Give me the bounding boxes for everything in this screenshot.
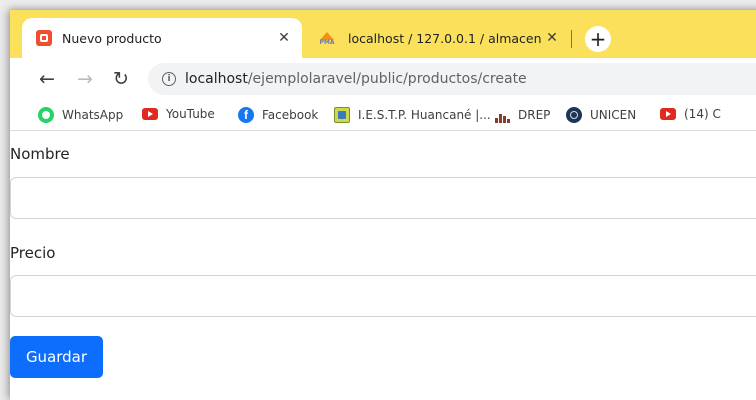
new-tab-button[interactable]: + [585,26,611,52]
close-tab-icon[interactable]: ✕ [276,30,292,46]
bookmark-label: Facebook [262,108,319,122]
bookmark-unicen[interactable]: UNICEN [566,107,636,123]
reload-icon[interactable]: ↻ [110,68,132,90]
unicen-icon [566,107,582,123]
bookmark-label: WhatsApp [62,108,124,122]
tab-separator [571,30,572,48]
bookmark-label: (14) C [684,107,721,121]
tab-title: localhost / 127.0.0.1 / almacen / [348,30,544,46]
iestp-icon [334,107,350,123]
bookmark-iestp[interactable]: I.E.S.T.P. Huancané |... [334,107,491,123]
tab-strip: Nuevo producto ✕ PMA localhost / 127.0.0… [10,10,756,58]
save-button[interactable]: Guardar [10,336,103,378]
youtube-icon [660,108,676,120]
info-icon[interactable]: i [162,72,176,86]
precio-input[interactable] [10,275,756,317]
tab-nuevo-producto[interactable]: Nuevo producto ✕ [22,18,302,58]
browser-window: Nuevo producto ✕ PMA localhost / 127.0.0… [10,10,756,400]
bookmark-youtube-channel[interactable]: (14) C [660,107,721,121]
laravel-favicon-icon [36,30,52,46]
nombre-input[interactable] [10,177,756,219]
bookmark-label: I.E.S.T.P. Huancané |... [358,108,491,122]
youtube-icon [142,108,158,120]
url-text: localhost/ejemplolaravel/public/producto… [185,71,527,87]
close-tab-icon[interactable]: ✕ [544,30,560,46]
precio-label: Precio [10,244,56,262]
back-arrow-icon[interactable]: ← [36,68,58,90]
bookmark-whatsapp[interactable]: WhatsApp [38,107,123,123]
bookmark-youtube[interactable]: YouTube [142,107,215,121]
forward-arrow-icon[interactable]: → [74,68,96,90]
url-host: localhost [185,71,248,87]
url-path: /ejemplolaravel/public/productos/create [247,71,527,87]
tab-phpmyadmin[interactable]: PMA localhost / 127.0.0.1 / almacen / ✕ [308,18,570,58]
nombre-label: Nombre [10,145,70,163]
pma-favicon-text: PMA [319,39,335,46]
bookmark-label: DREP [518,108,551,122]
whatsapp-icon [38,107,54,123]
bookmarks-bar: WhatsApp YouTube f Facebook I.E.S.T.P. H… [10,100,756,131]
bookmark-label: UNICEN [590,108,637,122]
address-bar[interactable]: i localhost/ejemplolaravel/public/produc… [148,63,756,95]
bookmark-facebook[interactable]: f Facebook [238,107,318,123]
tab-title: Nuevo producto [62,30,162,46]
facebook-icon: f [238,107,254,123]
drep-icon [494,107,510,123]
page-content: Nombre Precio Guardar [10,131,756,400]
browser-toolbar: ← → ↻ i localhost/ejemplolaravel/public/… [10,58,756,100]
bookmark-drep[interactable]: DREP [494,107,550,123]
bookmark-label: YouTube [166,107,215,121]
phpmyadmin-favicon-icon: PMA [316,30,338,46]
